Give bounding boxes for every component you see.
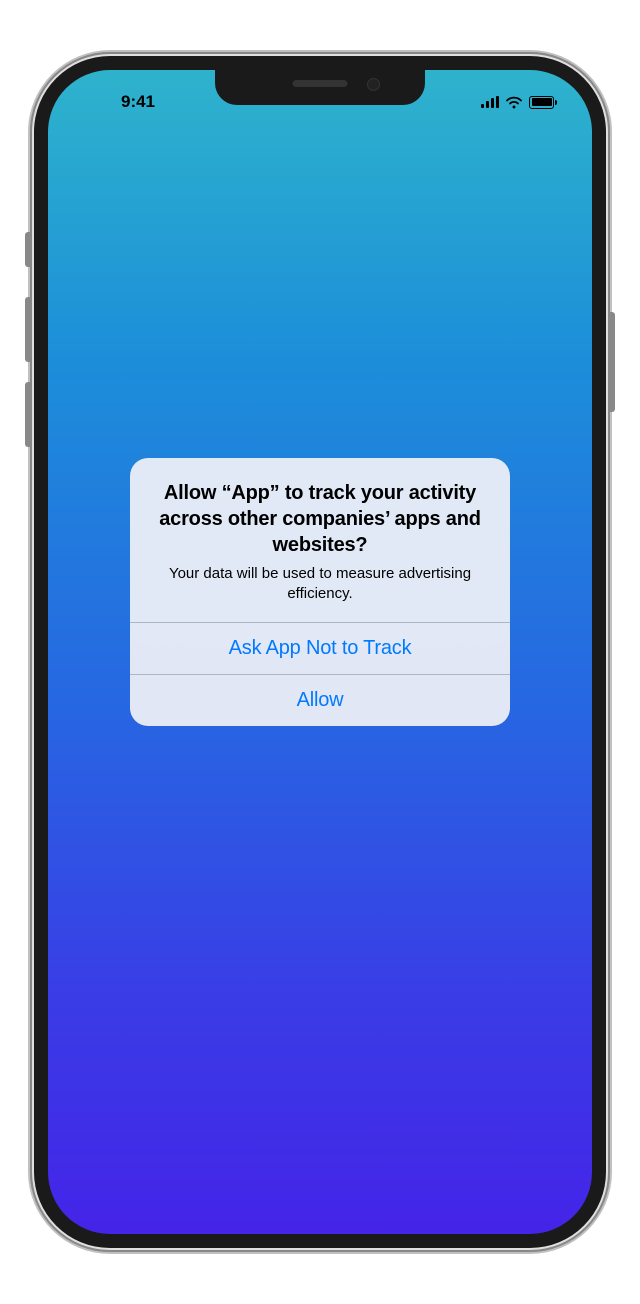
alert-content: Allow “App” to track your activity acros… xyxy=(130,458,510,623)
alert-overlay: Allow “App” to track your activity acros… xyxy=(48,70,592,1234)
display-notch xyxy=(215,70,425,105)
alert-title: Allow “App” to track your activity acros… xyxy=(150,480,490,558)
alert-message: Your data will be used to measure advert… xyxy=(150,564,490,605)
power-button xyxy=(610,312,615,412)
tracking-permission-alert: Allow “App” to track your activity acros… xyxy=(130,458,510,727)
status-indicators xyxy=(481,95,557,109)
battery-icon xyxy=(529,96,557,109)
phone-screen: 9:41 xyxy=(48,70,592,1234)
front-camera xyxy=(367,78,380,91)
wifi-icon xyxy=(505,95,523,109)
cellular-signal-icon xyxy=(481,96,499,108)
status-time: 9:41 xyxy=(88,92,188,112)
speaker-grille xyxy=(293,80,348,87)
ask-not-to-track-button[interactable]: Ask App Not to Track xyxy=(130,622,510,674)
phone-device-frame: 9:41 xyxy=(30,52,610,1252)
mute-switch xyxy=(25,232,30,267)
volume-down-button xyxy=(25,382,30,447)
volume-up-button xyxy=(25,297,30,362)
allow-button[interactable]: Allow xyxy=(130,674,510,726)
